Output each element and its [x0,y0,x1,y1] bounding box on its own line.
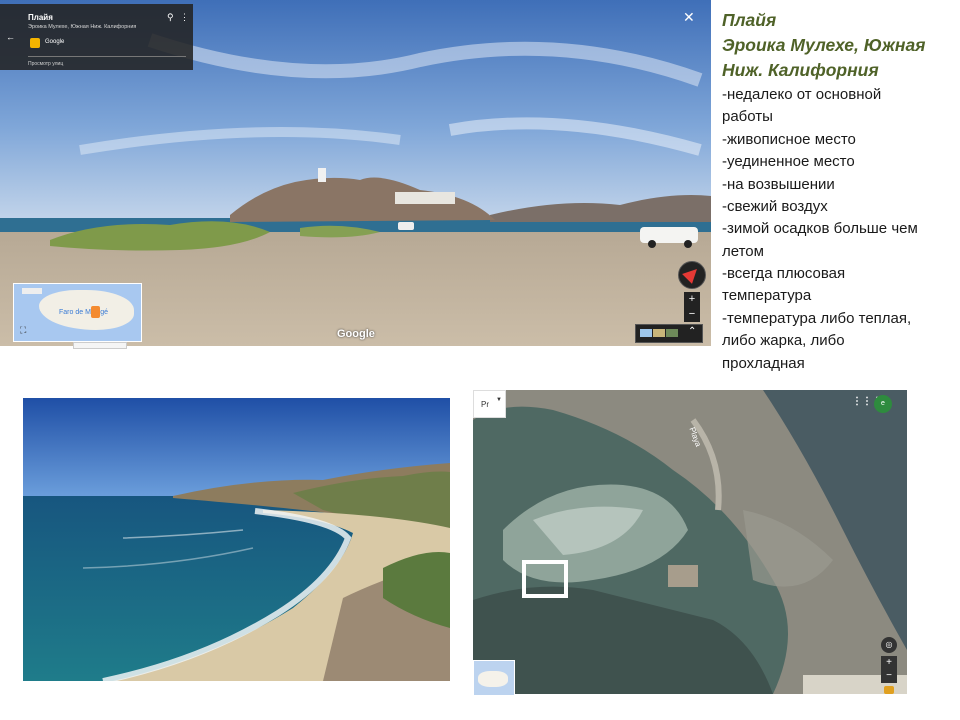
minimap-scale [73,342,127,349]
description-line: -уединенное место [722,153,855,170]
zoom-in-icon[interactable]: + [881,656,897,669]
zoom-out-icon[interactable]: − [881,669,897,682]
description-line: -всегда плюсовая [722,265,846,282]
description-line: либо жарка, либо [722,332,845,349]
thumbnail[interactable] [666,329,678,337]
description-line: -зимой осадков больше чем [722,220,918,237]
minimap-land [478,671,508,687]
place-title: Плайя [28,13,53,22]
description-line: -на возвышении [722,176,835,193]
zoom-control[interactable]: + − [881,656,897,683]
description-line: -температура либо теплая, [722,310,912,327]
place-subtitle: Эроика Мулехе, Южная Ниж. Калифорния [28,24,137,30]
provider-label: Google [45,39,65,45]
description-line: температура [722,287,812,304]
chevron-down-icon[interactable]: ▼ [496,397,502,403]
description-line: прохладная [722,355,805,372]
minimap-toggle[interactable] [22,288,42,294]
zoom-control[interactable]: + − [684,292,700,322]
more-options-icon[interactable]: ⋮ [180,12,189,23]
thumbnail[interactable] [653,329,665,337]
location-pin-icon[interactable]: ⚲ [167,12,174,23]
expand-icon[interactable]: ⛶ [20,325,26,336]
description-line: -свежий воздух [722,198,828,215]
beach-photo-image [23,398,450,681]
description-line: летом [722,243,764,260]
beach-photo [23,398,450,681]
minimap[interactable]: Faro de Mulegé ⛶ [13,283,142,342]
google-watermark: Google [337,328,375,340]
compass-icon[interactable] [678,261,706,289]
zoom-in-icon[interactable]: + [684,292,700,307]
pegman-icon [91,306,100,318]
description-line: -недалеко от основной [722,86,882,103]
highlight-square [522,560,568,598]
description-line: -живописное место [722,131,856,148]
compass-icon[interactable]: ◎ [881,637,897,653]
heading-line-3: Ниж. Калифорния [722,60,879,80]
pegman-icon[interactable] [884,686,894,694]
map-select[interactable]: Pr ▼ [473,390,506,418]
map-select-value: Pr [481,400,489,409]
place-info-card: ← Плайя Эроика Мулехе, Южная Ниж. Калифо… [0,4,193,70]
card-divider [28,56,186,57]
heading-line-1: Плайя [722,10,777,30]
close-icon[interactable]: ✕ [683,9,695,26]
expand-up-icon[interactable]: ⌃ [688,326,696,337]
back-arrow-icon[interactable]: ← [6,32,15,42]
minimap-label: Faro de Mulegé [59,309,109,316]
heading-line-2: Эроика Мулехе, Южная [722,35,926,55]
minimap[interactable] [473,660,515,696]
imagery-carousel[interactable]: ⌃ [635,324,703,343]
google-logo-icon [30,38,40,48]
description-line: работы [722,108,773,125]
street-view-link[interactable]: Просмотр улиц [28,61,63,67]
avatar[interactable]: e [874,395,892,413]
zoom-out-icon[interactable]: − [684,307,700,322]
thumbnail[interactable] [640,329,652,337]
